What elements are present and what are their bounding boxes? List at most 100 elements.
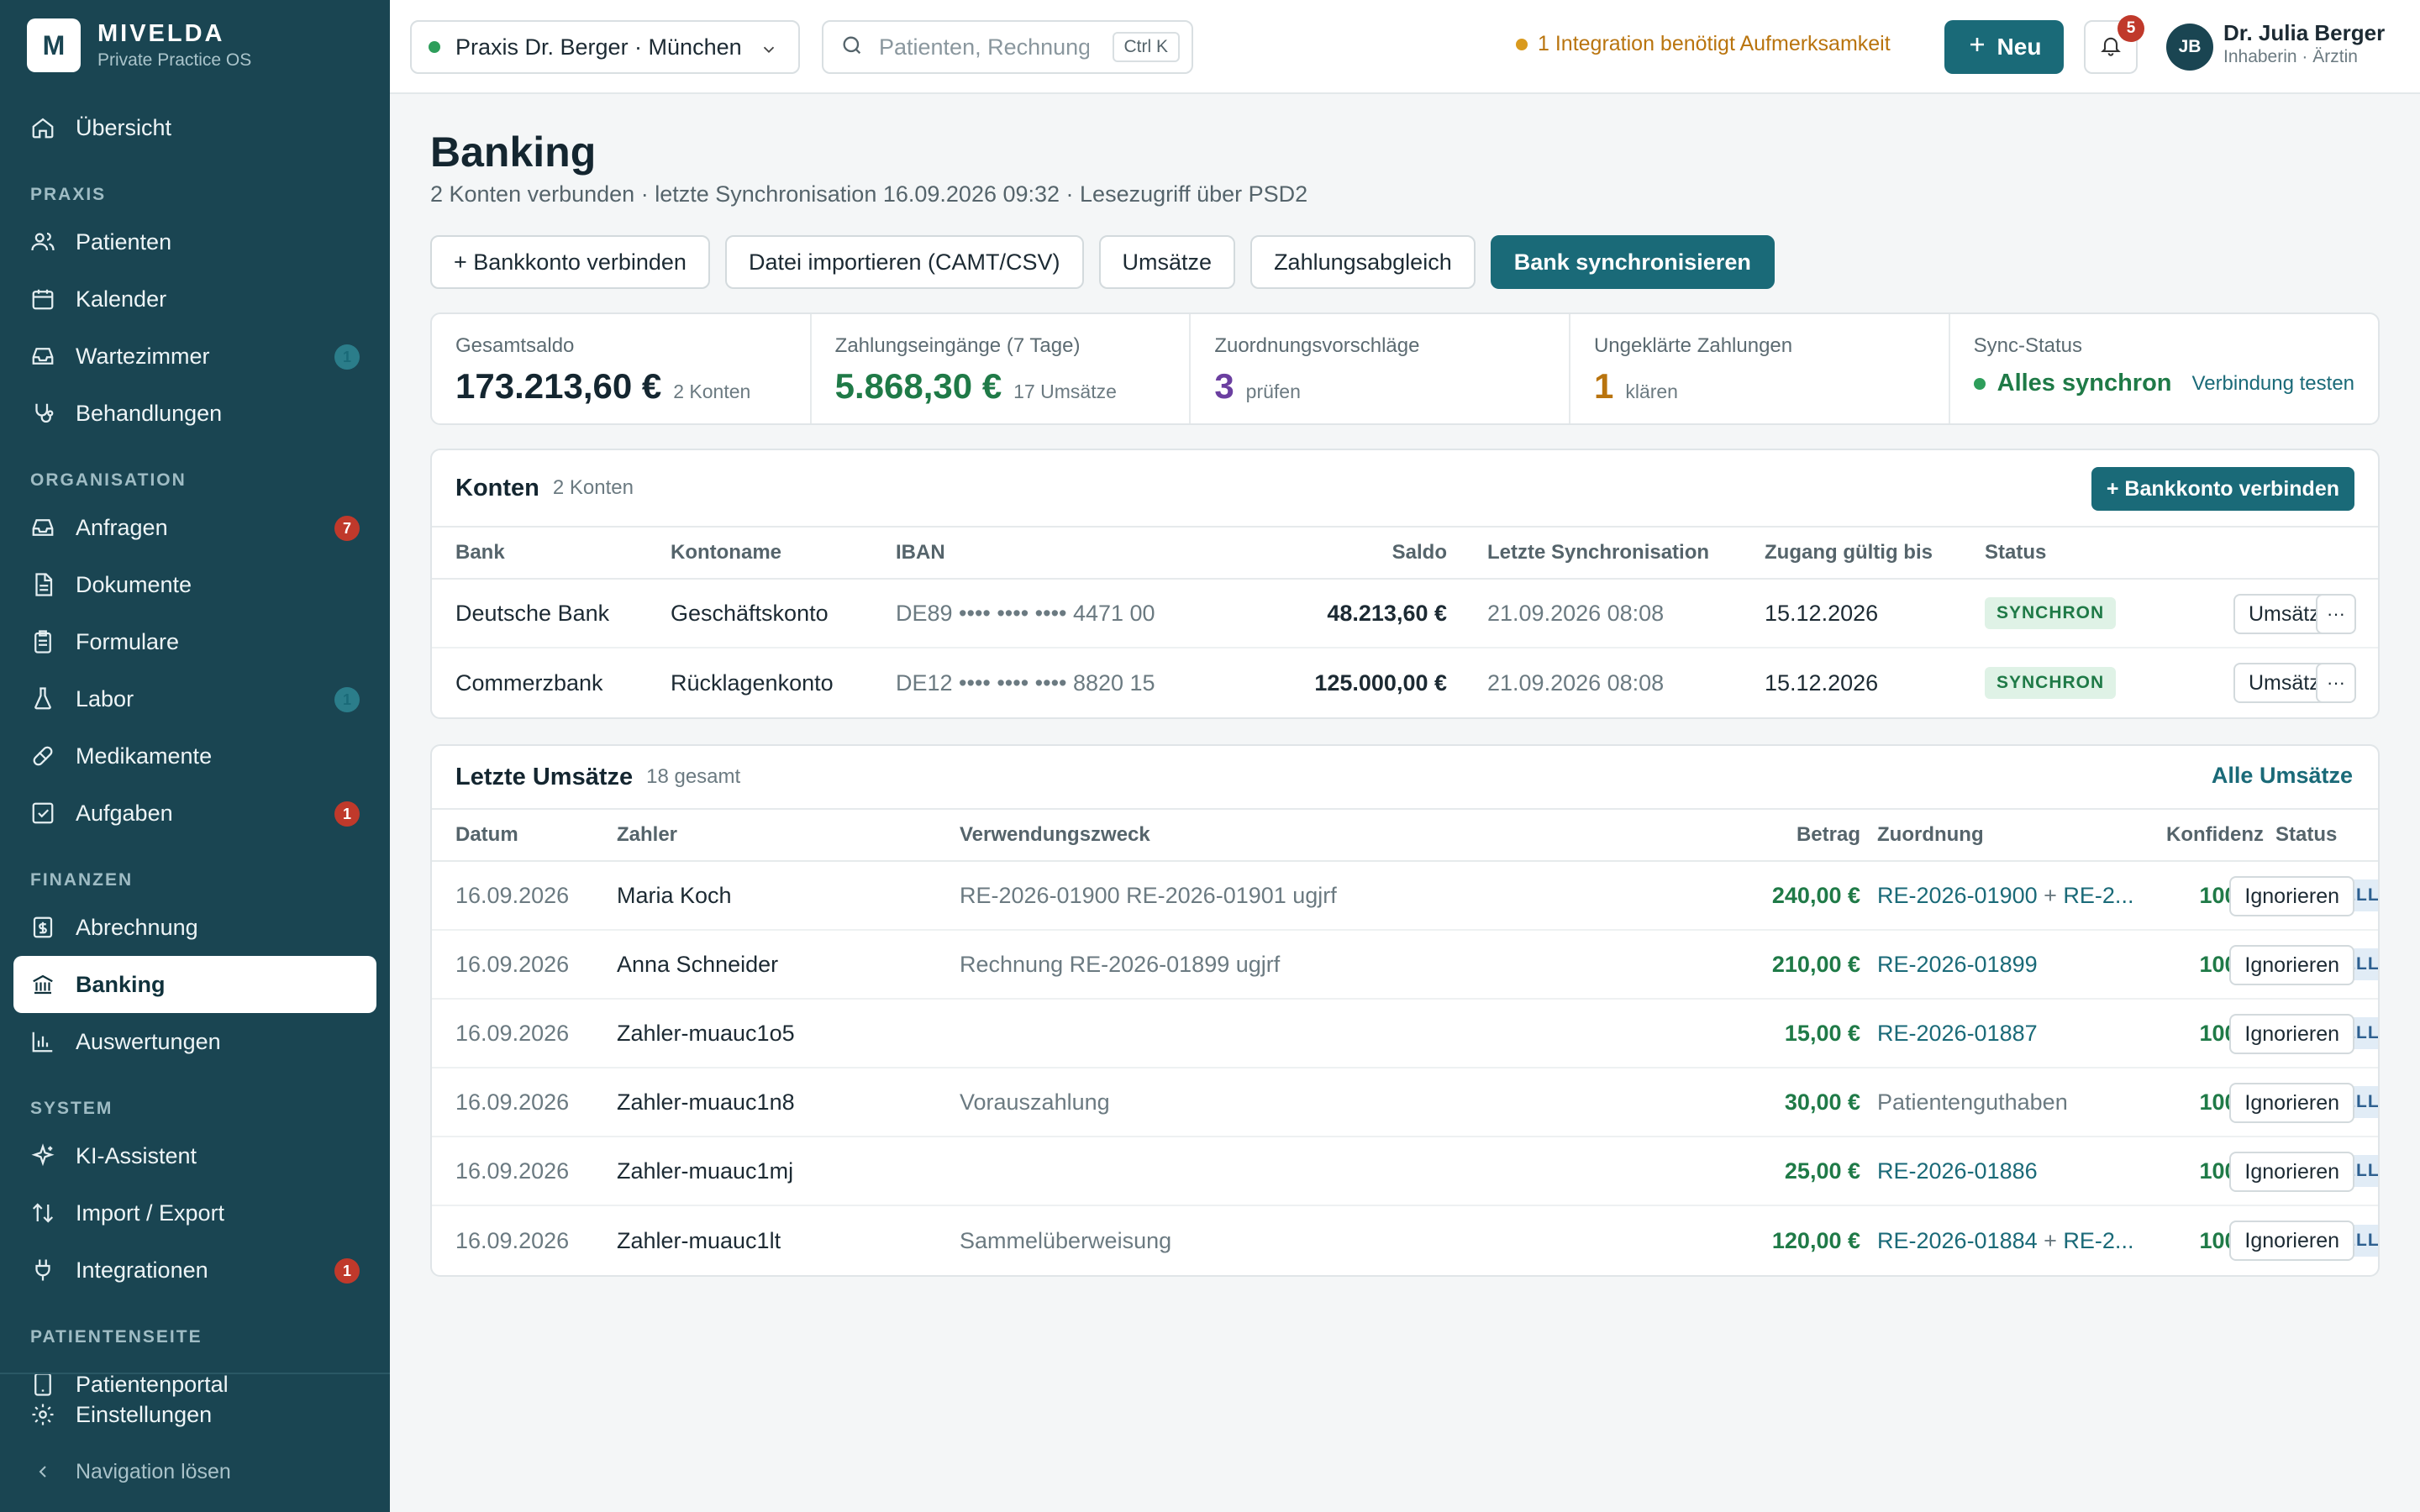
sidebar-item-dokumente[interactable]: Dokumente <box>13 556 376 613</box>
ignore-button[interactable]: Ignorieren <box>2229 945 2354 985</box>
ignore-button[interactable]: Ignorieren <box>2229 876 2354 916</box>
sidebar-item-labor[interactable]: Labor 1 <box>13 670 376 727</box>
table-row[interactable]: 16.09.2026 Zahler-muauc1o5 15,00 € RE-20… <box>432 1000 2378 1068</box>
sidebar-item-kalender[interactable]: Kalender <box>13 270 376 328</box>
nav-section-title: ORGANISATION <box>30 470 187 490</box>
sidebar-item-overview[interactable]: Übersicht <box>13 99 376 156</box>
sidebar-item-integrationen[interactable]: Integrationen 1 <box>13 1242 376 1299</box>
sidebar-item-banking[interactable]: Banking <box>13 956 376 1013</box>
accounts-header: Konten 2 Konten + Bankkonto verbinden <box>432 450 2378 528</box>
transactions-button[interactable]: Umsätze <box>1098 235 1236 289</box>
ignore-button[interactable]: Ignorieren <box>2229 1083 2354 1123</box>
table-row[interactable]: 16.09.2026 Maria Koch RE-2026-01900 RE-2… <box>432 862 2378 931</box>
tx-date: 16.09.2026 <box>455 882 570 908</box>
tx-assignment[interactable]: RE-2026-01900 + RE-2... <box>1877 883 2146 909</box>
sidebar-item-ki-assistent[interactable]: KI-Assistent <box>13 1127 376 1184</box>
assignment-link[interactable]: RE-2026-01887 <box>1877 1021 2038 1046</box>
sidebar-item-abrechnung[interactable]: Abrechnung <box>13 899 376 956</box>
assignment-link[interactable]: RE-2026-01900 <box>1877 883 2038 908</box>
assignment-link[interactable]: RE-2026-01899 <box>1877 952 2038 977</box>
table-row[interactable]: Commerzbank Rücklagenkonto DE12 •••• •••… <box>432 648 2378 717</box>
tx-assignment[interactable]: RE-2026-01899 <box>1877 952 2146 978</box>
page-subtitle: 2 Konten verbunden · letzte Synchronisat… <box>430 181 1308 207</box>
payment-matching-button[interactable]: Zahlungsabgleich <box>1250 235 1476 289</box>
document-icon <box>29 570 57 599</box>
sidebar-item-label: Patienten <box>76 228 172 255</box>
table-row[interactable]: 16.09.2026 Zahler-muauc1n8 Vorauszahlung… <box>432 1068 2378 1137</box>
brand-name: MIVELDA <box>97 20 225 47</box>
sidebar-item-formulare[interactable]: Formulare <box>13 613 376 670</box>
card-count: 18 gesamt <box>646 765 741 788</box>
more-options-button[interactable]: ··· <box>2316 663 2356 703</box>
kpi-strip: Gesamtsaldo 173.213,60 € 2 Konten Zahlung… <box>430 312 2380 425</box>
search-placeholder: Patienten, Rechnungen <box>879 34 1089 60</box>
tx-assignment[interactable]: RE-2026-01884 + RE-2... <box>1877 1228 2146 1254</box>
sidebar-item-auswertungen[interactable]: Auswertungen <box>13 1013 376 1070</box>
pill-icon <box>29 742 57 770</box>
connect-bank-button[interactable]: + Bankkonto verbinden <box>430 235 710 289</box>
notifications-button[interactable]: 5 <box>2084 15 2144 74</box>
user-name[interactable]: Dr. Julia Berger <box>2223 20 2385 46</box>
tx-assignment[interactable]: RE-2026-01887 <box>1877 1021 2146 1047</box>
brand-logo[interactable]: M <box>27 18 81 72</box>
kpi-sync-status: Sync-Status Alles synchron Verbindung te… <box>1950 314 2378 423</box>
sidebar-item-settings[interactable]: Einstellungen <box>13 1386 376 1443</box>
table-row[interactable]: 16.09.2026 Anna Schneider Rechnung RE-20… <box>432 931 2378 1000</box>
table-row[interactable]: 16.09.2026 Zahler-muauc1mj 25,00 € RE-20… <box>432 1137 2378 1206</box>
ignore-button[interactable]: Ignorieren <box>2229 1152 2354 1192</box>
tx-date: 16.09.2026 <box>455 951 570 977</box>
kpi-unresolved-payments[interactable]: Ungeklärte Zahlungen 1 klären <box>1570 314 1950 423</box>
assignment-link-extra[interactable]: RE-2... <box>2063 883 2133 908</box>
status-badge: SYNCHRON <box>1985 667 2117 699</box>
main-content: Banking 2 Konten verbunden · letzte Sync… <box>390 94 2420 1512</box>
assignment-link[interactable]: RE-2026-01884 <box>1877 1228 2038 1253</box>
kpi-label: Gesamtsaldo <box>455 334 575 357</box>
table-row[interactable]: 16.09.2026 Zahler-muauc1lt Sammelüberwei… <box>432 1206 2378 1275</box>
practice-selector[interactable]: Praxis Dr. Berger · München <box>410 20 800 74</box>
sync-bank-button[interactable]: Bank synchronisieren <box>1490 235 1775 289</box>
sidebar-item-wartezimmer[interactable]: Wartezimmer 1 <box>13 328 376 385</box>
action-bar: + Bankkonto verbinden Datei importieren … <box>430 235 1775 289</box>
search-input[interactable]: Patienten, Rechnungen Ctrl K <box>822 20 1193 74</box>
assignment-link[interactable]: Patientenguthaben <box>1877 1089 2068 1115</box>
tx-assignment[interactable]: Patientenguthaben <box>1877 1089 2146 1116</box>
tx-purpose: Vorauszahlung <box>960 1089 1110 1115</box>
kpi-value: 1 <box>1593 366 1614 406</box>
calendar-icon <box>29 285 57 313</box>
new-button[interactable]: Neu <box>1944 20 2064 74</box>
sync-status-text: Alles synchron <box>1996 370 2172 396</box>
integration-alert[interactable]: 1 Integration benötigt Aufmerksamkeit <box>1516 32 1891 56</box>
sidebar-item-label: Wartezimmer <box>76 343 210 369</box>
accounts-table-header: Bank Kontoname IBAN Saldo Letzte Synchro… <box>432 528 2378 580</box>
sidebar-item-patienten[interactable]: Patienten <box>13 213 376 270</box>
ignore-button[interactable]: Ignorieren <box>2229 1221 2354 1261</box>
assignment-link[interactable]: RE-2026-01886 <box>1877 1158 2038 1184</box>
sidebar-item-aufgaben[interactable]: Aufgaben 1 <box>13 785 376 842</box>
chevron-left-icon <box>29 1457 57 1486</box>
import-file-button[interactable]: Datei importieren (CAMT/CSV) <box>724 235 1084 289</box>
tx-assignment[interactable]: RE-2026-01886 <box>1877 1158 2146 1184</box>
balance: 125.000,00 € <box>1314 669 1447 696</box>
tx-purpose: Sammelüberweisung <box>960 1227 1172 1253</box>
sidebar-item-medikamente[interactable]: Medikamente <box>13 727 376 785</box>
sidebar-item-anfragen[interactable]: Anfragen 7 <box>13 499 376 556</box>
all-transactions-link[interactable]: Alle Umsätze <box>2212 763 2353 789</box>
inbox-icon <box>29 342 57 370</box>
avatar[interactable]: JB <box>2166 24 2213 71</box>
tx-purpose: Rechnung RE-2026-01899 ugjrf <box>960 951 1281 977</box>
sidebar-item-import-export[interactable]: Import / Export <box>13 1184 376 1242</box>
sidebar-item-label: Medikamente <box>76 743 213 769</box>
nav-section-title: FINANZEN <box>30 870 134 890</box>
ignore-button[interactable]: Ignorieren <box>2229 1014 2354 1054</box>
last-sync: 21.09.2026 08:08 <box>1487 600 1665 626</box>
collapse-navigation-button[interactable]: Navigation lösen <box>13 1443 376 1500</box>
kpi-match-suggestions[interactable]: Zuordnungsvorschläge 3 prüfen <box>1191 314 1570 423</box>
more-options-button[interactable]: ··· <box>2316 594 2356 634</box>
assignment-link-extra[interactable]: RE-2... <box>2063 1228 2133 1253</box>
connect-bank-account-button[interactable]: + Bankkonto verbinden <box>2091 467 2354 511</box>
nav-section-title: PRAXIS <box>30 185 107 204</box>
user-role: Inhaberin · Ärztin <box>2223 47 2358 66</box>
table-row[interactable]: Deutsche Bank Geschäftskonto DE89 •••• •… <box>432 580 2378 648</box>
test-connection-link[interactable]: Verbindung testen <box>2192 372 2355 396</box>
sidebar-item-behandlungen[interactable]: Behandlungen <box>13 385 376 442</box>
